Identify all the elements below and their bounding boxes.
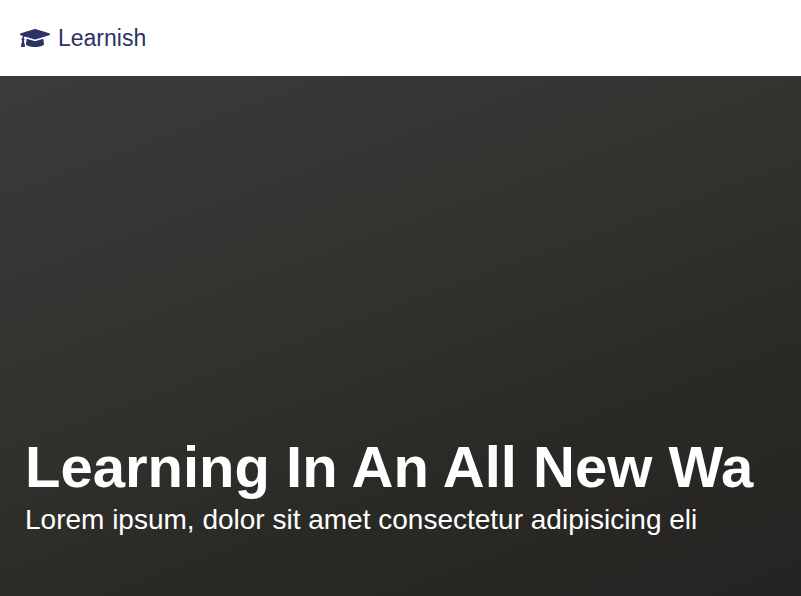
hero-subtitle: Lorem ipsum, dolor sit amet consectetur …: [25, 502, 797, 538]
hero-title: Learning In An All New Wa: [25, 432, 797, 502]
brand-link[interactable]: Learnish: [20, 23, 146, 53]
page: Learnish Learning In An All New WaLorem i…: [0, 0, 801, 596]
hero: Learning In An All New WaLorem ipsum, do…: [0, 76, 801, 596]
top-nav: Learnish: [0, 0, 801, 76]
graduation-cap-icon: [20, 23, 50, 53]
brand-name: Learnish: [58, 23, 146, 53]
